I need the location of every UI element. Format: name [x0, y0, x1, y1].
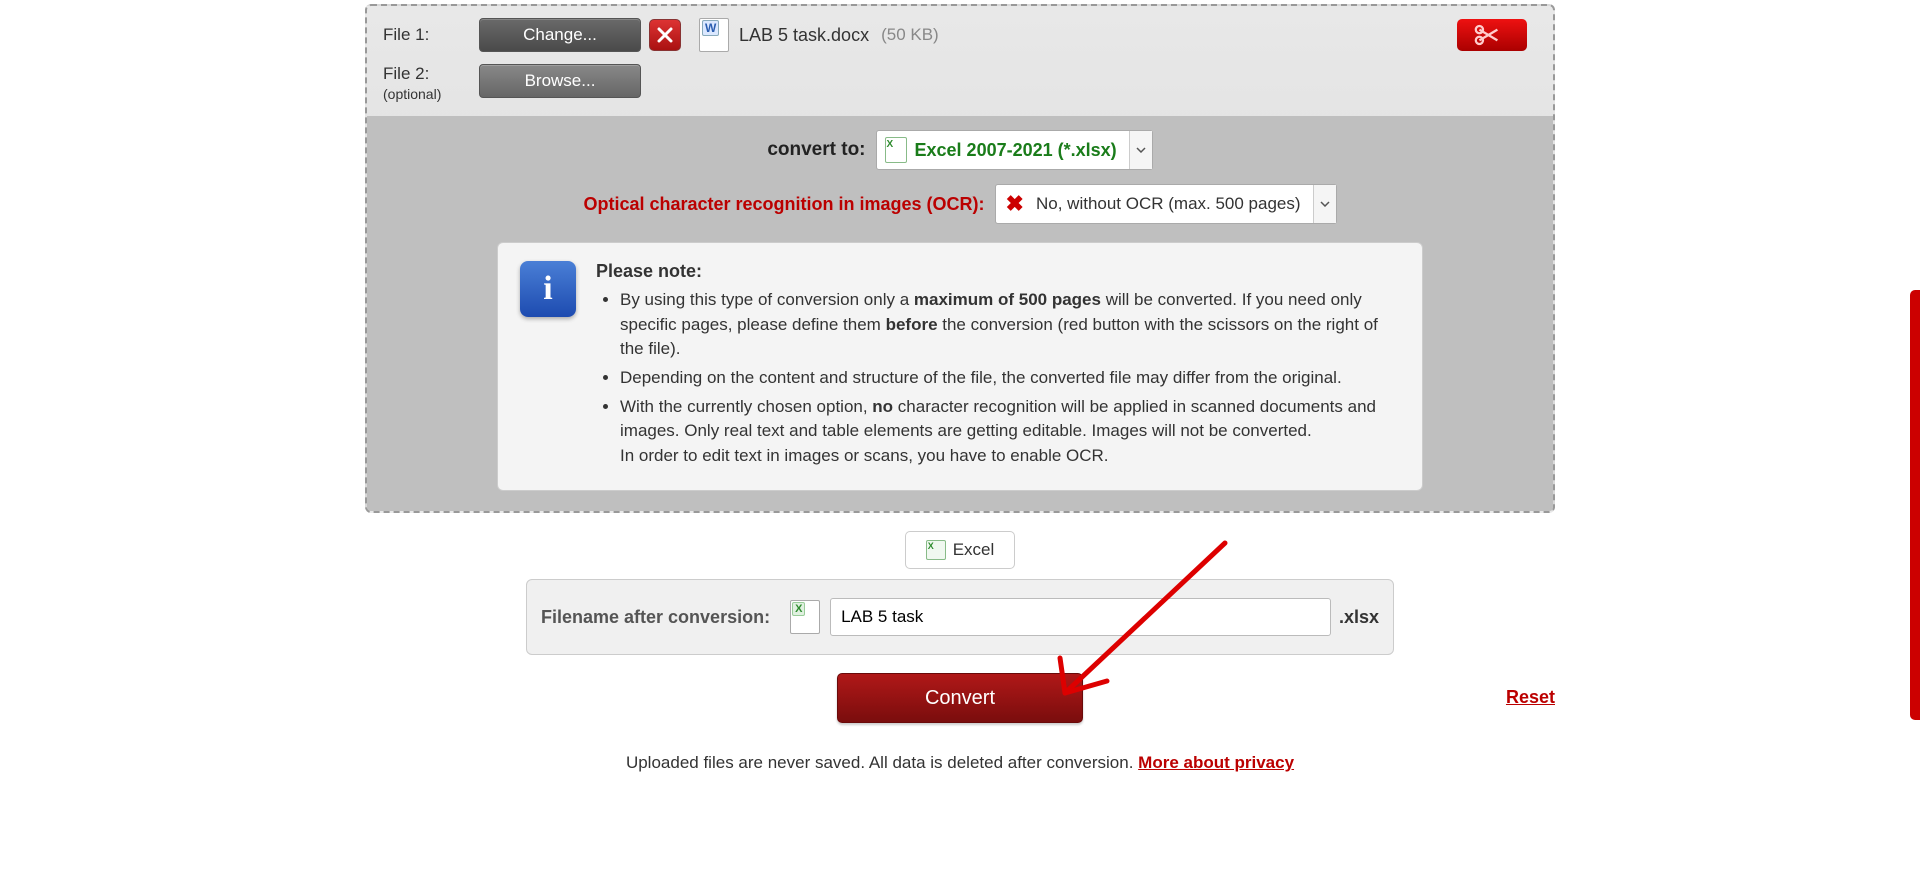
privacy-link[interactable]: More about privacy — [1138, 753, 1294, 772]
ocr-dropdown-arrow[interactable] — [1314, 185, 1336, 223]
filename-label: Filename after conversion: — [541, 607, 770, 628]
convert-options-section: convert to: Excel 2007-2021 (*.xlsx) Opt… — [367, 116, 1553, 511]
note-bullet-2: Depending on the content and structure o… — [620, 366, 1400, 391]
note-bullet-1: By using this type of conversion only a … — [620, 288, 1400, 362]
scissors-icon — [1474, 24, 1510, 46]
chevron-down-icon — [1136, 147, 1146, 153]
ocr-select[interactable]: ✖ No, without OCR (max. 500 pages) — [995, 184, 1337, 224]
file-upload-box: File 1: Change... LAB 5 task.docx (50 KB… — [365, 4, 1555, 513]
excel-file-icon — [790, 600, 820, 634]
file1-size: (50 KB) — [881, 25, 939, 45]
scissors-button[interactable] — [1457, 19, 1527, 51]
note-content: Please note: By using this type of conve… — [596, 261, 1400, 472]
convert-button[interactable]: Convert — [837, 673, 1083, 723]
scrollbar-thumb[interactable] — [1910, 290, 1920, 720]
ocr-value: No, without OCR (max. 500 pages) — [1036, 194, 1301, 214]
file2-label-col: File 2: (optional) — [383, 64, 479, 104]
filename-input[interactable] — [830, 598, 1331, 636]
ocr-label: Optical character recognition in images … — [583, 194, 984, 215]
file2-label: File 2: — [383, 64, 429, 83]
format-tab-row: Excel — [365, 531, 1555, 569]
close-icon — [657, 27, 673, 43]
excel-tab-label: Excel — [953, 540, 995, 560]
privacy-text: Uploaded files are never saved. All data… — [626, 753, 1138, 772]
file1-name: LAB 5 task.docx — [739, 25, 869, 46]
convert-to-label: convert to: — [767, 139, 865, 161]
excel-tab[interactable]: Excel — [905, 531, 1016, 569]
ocr-row: Optical character recognition in images … — [377, 184, 1543, 224]
privacy-line: Uploaded files are never saved. All data… — [365, 753, 1555, 773]
excel-icon — [885, 137, 907, 163]
convert-to-select[interactable]: Excel 2007-2021 (*.xlsx) — [876, 130, 1153, 170]
cross-icon: ✖ — [1006, 191, 1024, 217]
excel-icon — [926, 540, 946, 560]
convert-button-row: Convert Reset — [365, 673, 1555, 723]
note-bullet-3: With the currently chosen option, no cha… — [620, 395, 1400, 469]
change-button[interactable]: Change... — [479, 18, 641, 52]
file2-optional: (optional) — [383, 86, 441, 102]
note-box: i Please note: By using this type of con… — [497, 242, 1423, 491]
convert-to-value: Excel 2007-2021 (*.xlsx) — [915, 140, 1117, 161]
chevron-down-icon — [1320, 201, 1330, 207]
reset-link[interactable]: Reset — [1506, 687, 1555, 708]
info-icon: i — [520, 261, 576, 317]
note-title: Please note: — [596, 261, 1400, 282]
convert-to-row: convert to: Excel 2007-2021 (*.xlsx) — [377, 130, 1543, 170]
file1-row: File 1: Change... LAB 5 task.docx (50 KB… — [367, 6, 1553, 56]
browse-button[interactable]: Browse... — [479, 64, 641, 98]
file2-row: File 2: (optional) Browse... — [367, 56, 1553, 116]
filename-box: Filename after conversion: .xlsx — [526, 579, 1394, 655]
file1-label: File 1: — [383, 25, 479, 45]
convert-to-dropdown-arrow[interactable] — [1130, 131, 1152, 169]
filename-extension: .xlsx — [1339, 607, 1379, 628]
word-file-icon — [699, 18, 729, 52]
remove-file-button[interactable] — [649, 19, 681, 51]
